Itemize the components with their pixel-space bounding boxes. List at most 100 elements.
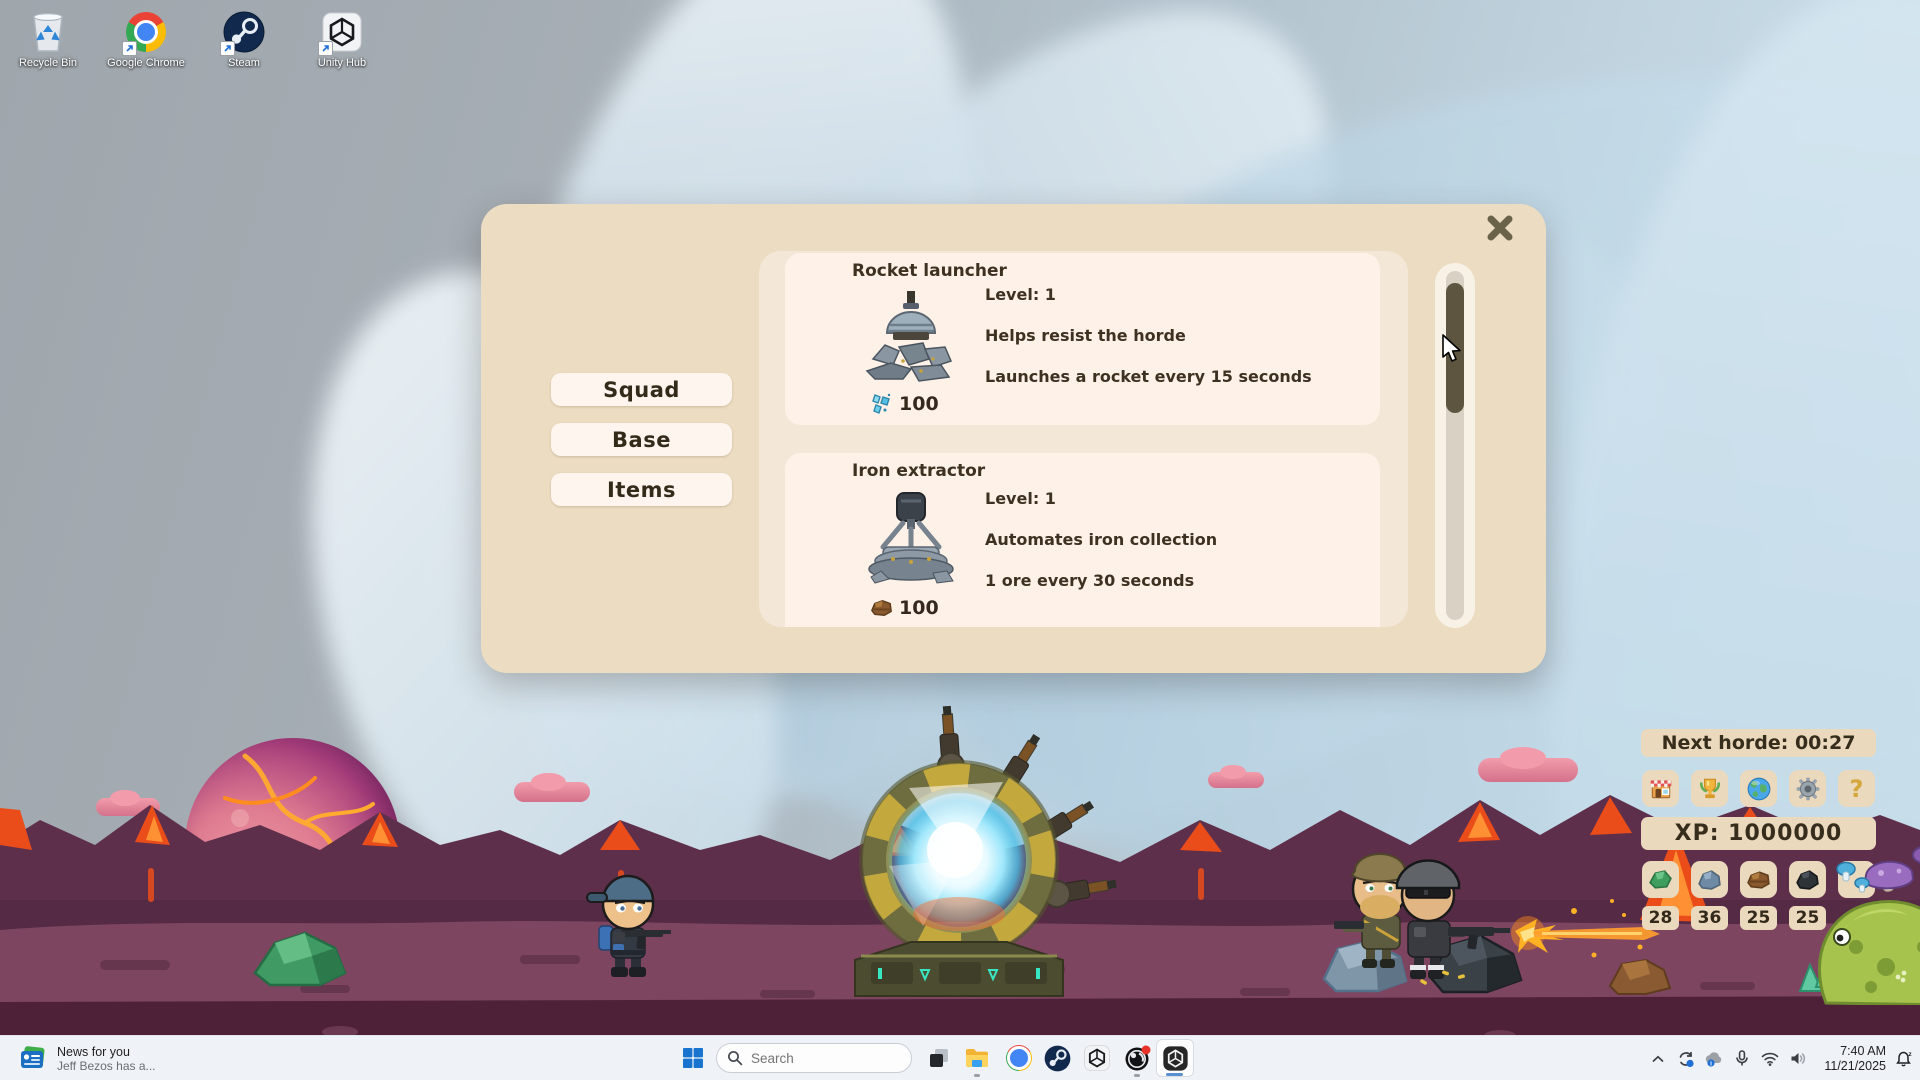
- items-scroll-panel: Rocket launcher Level: [759, 251, 1408, 627]
- settings-button[interactable]: [1789, 770, 1826, 807]
- obs-studio-button[interactable]: [1118, 1039, 1156, 1077]
- item-rate: 1 ore every 30 seconds: [985, 571, 1194, 590]
- tab-squad[interactable]: Squad: [551, 373, 732, 406]
- item-card-rocket-launcher[interactable]: Rocket launcher Level: [785, 253, 1380, 425]
- item-level: Level: 1: [985, 285, 1056, 304]
- trophy-button[interactable]: [1691, 770, 1728, 807]
- taskbar-clock[interactable]: 7:40 AM 11/21/2025: [1812, 1044, 1886, 1074]
- item-description: Automates iron collection: [985, 530, 1217, 549]
- resource-count: 36: [1691, 906, 1728, 930]
- chrome-icon: [1006, 1045, 1032, 1071]
- item-cost: 100: [869, 595, 939, 620]
- unity-editor-button-active[interactable]: [1156, 1039, 1194, 1077]
- tray-chevron-up[interactable]: [1644, 1036, 1672, 1080]
- soldier-beret: [1334, 854, 1408, 968]
- emerald-rock: [250, 928, 350, 988]
- item-rate: Launches a rocket every 15 seconds: [985, 367, 1312, 386]
- unity-editor-icon: [1162, 1045, 1189, 1072]
- rocket-launcher-image: [863, 289, 959, 385]
- shop-button[interactable]: [1642, 770, 1679, 807]
- microphone-icon: [1735, 1050, 1749, 1067]
- item-level: Level: 1: [985, 489, 1056, 508]
- tray-volume[interactable]: [1784, 1036, 1812, 1080]
- world-icon: [1746, 776, 1772, 802]
- item-name: Iron extractor: [852, 461, 985, 481]
- purple-mushrooms: [1865, 846, 1920, 892]
- sync-icon: [1677, 1050, 1695, 1068]
- blue-stone-icon: [1696, 866, 1723, 893]
- blue-crystals-icon: [869, 391, 894, 416]
- running-indicator: [1134, 1074, 1140, 1077]
- news-subtitle: Jeff Bezos has a...: [57, 1059, 156, 1073]
- scrollbar-thumb[interactable]: [1446, 283, 1464, 413]
- scrollbar-track[interactable]: [1446, 271, 1464, 620]
- clock-time: 7:40 AM: [1812, 1044, 1886, 1059]
- cost-value: 100: [899, 393, 939, 415]
- item-cost: 100: [869, 391, 939, 416]
- shop-icon: [1648, 776, 1674, 802]
- iron-extractor-image: [863, 489, 959, 585]
- soldiers-firing: [1322, 843, 1662, 993]
- tray-microphone[interactable]: [1728, 1036, 1756, 1080]
- cloud-icon: i: [1704, 1051, 1724, 1067]
- notification-bell[interactable]: z: [1886, 1036, 1920, 1080]
- active-app-indicator: [1166, 1073, 1183, 1076]
- question-mark-icon: ?: [1850, 775, 1864, 803]
- tray-onedrive[interactable]: i: [1700, 1036, 1728, 1080]
- tab-base[interactable]: Base: [551, 423, 732, 456]
- svg-text:z: z: [1908, 1051, 1912, 1058]
- tray-sync[interactable]: [1672, 1036, 1700, 1080]
- speaker-icon: [1790, 1051, 1807, 1066]
- svg-text:i: i: [1710, 1060, 1712, 1067]
- green-gem-icon: [1647, 866, 1674, 893]
- news-icon: [18, 1044, 48, 1074]
- item-description: Helps resist the horde: [985, 326, 1186, 345]
- next-horde-timer: Next horde: 00:27: [1641, 729, 1876, 757]
- file-explorer-button[interactable]: [958, 1039, 996, 1077]
- muzzle-flash: [1511, 899, 1660, 958]
- world-button[interactable]: [1740, 770, 1777, 807]
- clock-date: 11/21/2025: [1812, 1059, 1886, 1074]
- unity-hub-taskbar-button[interactable]: [1078, 1039, 1116, 1077]
- green-monster: [1786, 825, 1920, 1005]
- task-view-button[interactable]: [920, 1039, 958, 1077]
- taskbar-search: [716, 1043, 912, 1073]
- item-name: Rocket launcher: [852, 261, 1007, 281]
- tray-wifi[interactable]: [1756, 1036, 1784, 1080]
- unity-hub-icon: [1084, 1045, 1110, 1071]
- system-tray: i: [1644, 1036, 1920, 1080]
- task-view-icon: [927, 1046, 951, 1070]
- iron-ore-icon: [1745, 866, 1772, 893]
- close-button[interactable]: [1478, 206, 1522, 250]
- gear-icon: [1795, 776, 1821, 802]
- steam-icon: [1044, 1045, 1071, 1072]
- windows-logo-icon: [682, 1047, 704, 1069]
- obs-studio-icon: [1124, 1045, 1151, 1072]
- blue-mushrooms: [1837, 863, 1869, 893]
- resource-count: 25: [1740, 906, 1777, 930]
- news-widget[interactable]: News for you Jeff Bezos has a...: [10, 1040, 164, 1077]
- search-input[interactable]: [716, 1043, 912, 1073]
- start-button[interactable]: [674, 1039, 712, 1077]
- chevron-up-icon: [1652, 1055, 1664, 1063]
- item-card-iron-extractor[interactable]: Iron extractor: [785, 453, 1380, 627]
- soldier-blue-cap: [583, 866, 673, 981]
- search-icon: [727, 1050, 743, 1066]
- help-button[interactable]: ?: [1838, 770, 1875, 807]
- taskbar: News for you Jeff Bezos has a...: [0, 1035, 1920, 1080]
- bell-icon: z: [1895, 1050, 1912, 1067]
- chrome-taskbar-button[interactable]: [1000, 1039, 1038, 1077]
- news-title: News for you: [57, 1045, 156, 1059]
- resource-green-gem: [1642, 861, 1679, 898]
- resource-count: 28: [1642, 906, 1679, 930]
- file-explorer-icon: [964, 1045, 990, 1071]
- steam-taskbar-button[interactable]: [1038, 1039, 1076, 1077]
- resource-blue-stone: [1691, 861, 1728, 898]
- resource-iron-ore: [1740, 861, 1777, 898]
- build-menu-dialog: Squad Base Items Rocket launcher: [481, 204, 1546, 673]
- screen: Recycle Bin Google Chrome: [0, 0, 1920, 1080]
- tab-items[interactable]: Items: [551, 473, 732, 506]
- soldier-helmet: [1397, 860, 1510, 979]
- close-icon: [1486, 214, 1514, 242]
- running-indicator: [974, 1074, 980, 1077]
